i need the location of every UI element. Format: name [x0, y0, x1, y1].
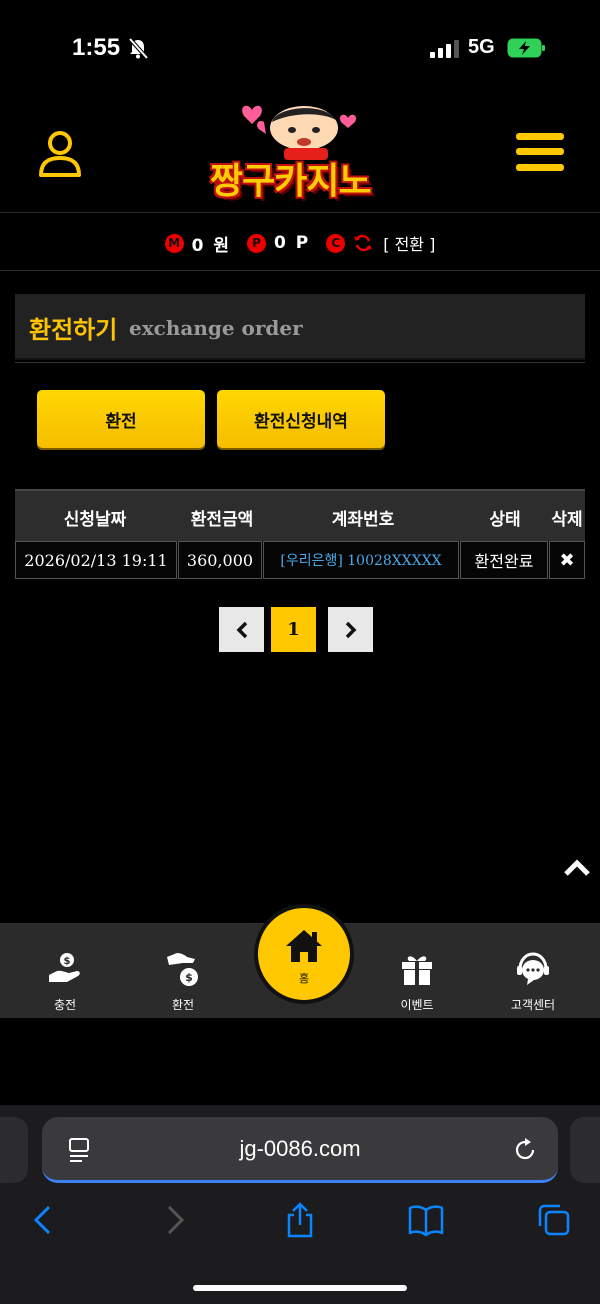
tabs-icon[interactable]	[536, 1202, 572, 1238]
forward-icon[interactable]	[156, 1202, 192, 1238]
exchange-history-button[interactable]: 환전신청내역	[217, 390, 385, 448]
next-page-button[interactable]	[328, 607, 373, 652]
home-icon	[286, 930, 322, 962]
cell-amount: 360,000	[178, 541, 262, 579]
table-row: 2026/02/13 19:11 360,000 [우리은행] 10028XXX…	[15, 541, 585, 581]
signal-icon	[430, 40, 459, 58]
nav-exchange[interactable]: $ 환전	[138, 923, 228, 1018]
share-icon[interactable]	[282, 1202, 318, 1238]
address-bar[interactable]: jg-0086.com	[42, 1117, 558, 1183]
point-badge: P	[247, 233, 267, 253]
money-balance: 0 원	[191, 235, 232, 256]
reload-icon[interactable]	[512, 1137, 538, 1163]
chevron-right-icon	[345, 621, 356, 638]
bell-muted-icon	[128, 38, 148, 60]
hamburger-menu-icon[interactable]	[516, 131, 564, 173]
account-number: [우리은행] 10028XXXXX	[280, 553, 442, 569]
col-status: 상태	[489, 510, 521, 530]
network-type: 5G	[468, 36, 495, 58]
back-icon[interactable]	[26, 1202, 62, 1238]
col-account: 계좌번호	[331, 510, 395, 530]
nav-support[interactable]: 고객센터	[488, 923, 578, 1018]
page-number[interactable]: 1	[271, 607, 316, 652]
col-amount: 환전금액	[190, 510, 254, 530]
hand-coin-icon: $	[49, 953, 80, 982]
nav-event-label: 이벤트	[400, 998, 434, 1012]
svg-text:$: $	[64, 956, 71, 967]
chevron-left-icon	[236, 621, 247, 638]
previous-tab-preview[interactable]	[0, 1117, 28, 1183]
page-title: 환전하기	[29, 316, 118, 344]
refresh-icon[interactable]	[353, 233, 373, 253]
balance-bar: M 0 원 P 0 P C [ 전환 ]	[0, 228, 600, 258]
nav-support-label: 고객센터	[510, 998, 556, 1012]
nav-exchange-label: 환전	[171, 998, 195, 1012]
money-badge: M	[164, 233, 184, 253]
col-delete: 삭제	[551, 510, 583, 530]
header-divider	[0, 212, 600, 213]
hand-money-bag-icon: $	[167, 953, 198, 986]
section-header: 환전하기 exchange order	[15, 294, 585, 360]
nav-event[interactable]: 이벤트	[372, 923, 462, 1018]
nav-home[interactable]: 홈	[254, 904, 354, 1004]
scroll-top-chevron-icon[interactable]	[562, 852, 592, 882]
prev-page-button[interactable]	[219, 607, 264, 652]
table-header: 신청날짜 환전금액 계좌번호 상태 삭제	[15, 489, 585, 541]
cell-account: [우리은행] 10028XXXXX	[263, 541, 459, 579]
site-logo[interactable]: 짱구카지노	[206, 100, 392, 204]
status-time: 1:55	[72, 34, 121, 61]
logo-text: 짱구카지노	[210, 161, 372, 202]
section-divider	[15, 362, 585, 363]
balance-divider	[0, 270, 600, 271]
cell-date: 2026/02/13 19:11	[15, 541, 177, 579]
battery-charging-icon	[507, 38, 545, 58]
url-text: jg-0086.com	[239, 1136, 361, 1161]
headset-chat-icon	[517, 952, 549, 985]
point-balance: 0 P	[274, 233, 311, 253]
bookmarks-icon[interactable]	[408, 1202, 444, 1238]
svg-text:$: $	[185, 971, 193, 984]
user-icon[interactable]	[38, 130, 82, 178]
nav-deposit[interactable]: $ 충전	[20, 923, 110, 1018]
home-indicator	[193, 1285, 407, 1291]
cell-status: 환전완료	[460, 541, 548, 579]
col-date: 신청날짜	[63, 510, 127, 530]
nav-home-label: 홈	[298, 972, 310, 985]
delete-button[interactable]: ✖	[549, 541, 585, 579]
gift-icon	[402, 956, 432, 985]
exchange-button[interactable]: 환전	[37, 390, 205, 448]
casino-badge: C	[326, 233, 346, 253]
switch-button[interactable]: [ 전환 ]	[383, 231, 435, 255]
nav-deposit-label: 충전	[53, 998, 77, 1012]
logo-character-icon	[242, 105, 357, 160]
page-subtitle: exchange order	[129, 316, 303, 340]
next-tab-preview[interactable]	[570, 1117, 600, 1183]
